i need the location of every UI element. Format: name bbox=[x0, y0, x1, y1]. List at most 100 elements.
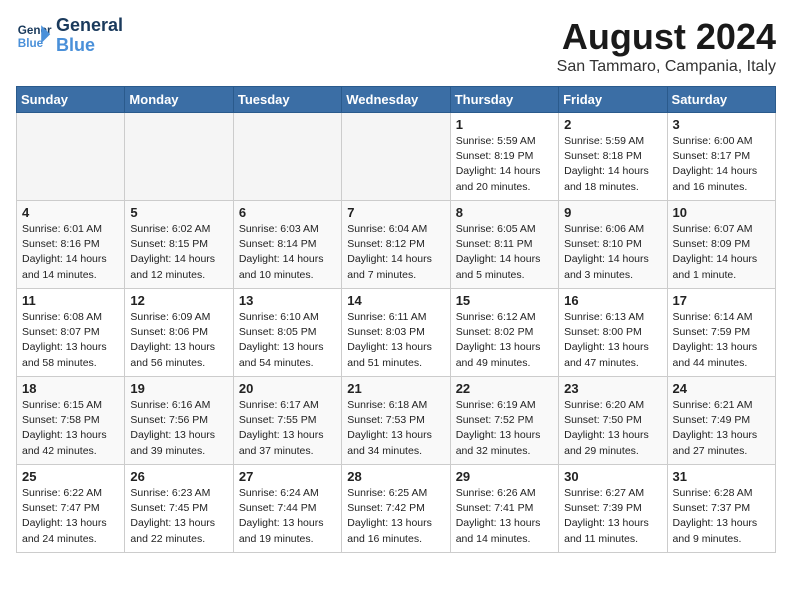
day-number: 29 bbox=[456, 469, 553, 484]
header-row: SundayMondayTuesdayWednesdayThursdayFrid… bbox=[17, 87, 776, 113]
calendar-cell bbox=[342, 113, 450, 201]
day-info: Sunrise: 6:20 AMSunset: 7:50 PMDaylight:… bbox=[564, 398, 661, 459]
day-info: Sunrise: 6:26 AMSunset: 7:41 PMDaylight:… bbox=[456, 486, 553, 547]
day-info: Sunrise: 5:59 AMSunset: 8:18 PMDaylight:… bbox=[564, 134, 661, 195]
header-saturday: Saturday bbox=[667, 87, 775, 113]
day-number: 31 bbox=[673, 469, 770, 484]
calendar-cell: 31Sunrise: 6:28 AMSunset: 7:37 PMDayligh… bbox=[667, 465, 775, 553]
calendar-cell: 7Sunrise: 6:04 AMSunset: 8:12 PMDaylight… bbox=[342, 201, 450, 289]
day-number: 21 bbox=[347, 381, 444, 396]
day-info: Sunrise: 6:21 AMSunset: 7:49 PMDaylight:… bbox=[673, 398, 770, 459]
day-number: 10 bbox=[673, 205, 770, 220]
day-info: Sunrise: 6:14 AMSunset: 7:59 PMDaylight:… bbox=[673, 310, 770, 371]
calendar-cell: 9Sunrise: 6:06 AMSunset: 8:10 PMDaylight… bbox=[559, 201, 667, 289]
calendar-cell: 21 Sunrise: 6:18 AMSunset: 7:53 PMDayligh… bbox=[342, 377, 450, 465]
day-info: Sunrise: 6:13 AMSunset: 8:00 PMDaylight:… bbox=[564, 310, 661, 371]
day-info: Sunrise: 6:00 AMSunset: 8:17 PMDaylight:… bbox=[673, 134, 770, 195]
header-monday: Monday bbox=[125, 87, 233, 113]
calendar-cell: 10Sunrise: 6:07 AMSunset: 8:09 PMDayligh… bbox=[667, 201, 775, 289]
day-number: 17 bbox=[673, 293, 770, 308]
day-number: 26 bbox=[130, 469, 227, 484]
calendar-cell: 2 Sunrise: 5:59 AMSunset: 8:18 PMDaylight… bbox=[559, 113, 667, 201]
logo-text: General Blue bbox=[56, 16, 123, 56]
header-sunday: Sunday bbox=[17, 87, 125, 113]
day-number: 11 bbox=[22, 293, 119, 308]
calendar-cell: 19 Sunrise: 6:16 AMSunset: 7:56 PMDayligh… bbox=[125, 377, 233, 465]
svg-text:Blue: Blue bbox=[18, 37, 44, 50]
day-info: Sunrise: 5:59 AMSunset: 8:19 PMDaylight:… bbox=[456, 134, 553, 195]
day-info: Sunrise: 6:25 AMSunset: 7:42 PMDaylight:… bbox=[347, 486, 444, 547]
day-number: 2 bbox=[564, 117, 661, 132]
day-number: 28 bbox=[347, 469, 444, 484]
calendar-cell: 3 Sunrise: 6:00 AMSunset: 8:17 PMDaylight… bbox=[667, 113, 775, 201]
day-info: Sunrise: 6:17 AMSunset: 7:55 PMDaylight:… bbox=[239, 398, 336, 459]
calendar-cell bbox=[233, 113, 341, 201]
day-number: 5 bbox=[130, 205, 227, 220]
day-info: Sunrise: 6:01 AMSunset: 8:16 PMDaylight:… bbox=[22, 222, 119, 283]
calendar-cell: 24 Sunrise: 6:21 AMSunset: 7:49 PMDayligh… bbox=[667, 377, 775, 465]
header-thursday: Thursday bbox=[450, 87, 558, 113]
day-info: Sunrise: 6:23 AMSunset: 7:45 PMDaylight:… bbox=[130, 486, 227, 547]
day-info: Sunrise: 6:16 AMSunset: 7:56 PMDaylight:… bbox=[130, 398, 227, 459]
day-info: Sunrise: 6:22 AMSunset: 7:47 PMDaylight:… bbox=[22, 486, 119, 547]
day-number: 8 bbox=[456, 205, 553, 220]
calendar-cell: 18Sunrise: 6:15 AMSunset: 7:58 PMDayligh… bbox=[17, 377, 125, 465]
day-info: Sunrise: 6:08 AMSunset: 8:07 PMDaylight:… bbox=[22, 310, 119, 371]
calendar-cell: 4 Sunrise: 6:01 AMSunset: 8:16 PMDaylight… bbox=[17, 201, 125, 289]
day-number: 24 bbox=[673, 381, 770, 396]
week-row-1: 4 Sunrise: 6:01 AMSunset: 8:16 PMDaylight… bbox=[17, 201, 776, 289]
calendar-cell: 27 Sunrise: 6:24 AMSunset: 7:44 PMDayligh… bbox=[233, 465, 341, 553]
calendar-cell: 28 Sunrise: 6:25 AMSunset: 7:42 PMDayligh… bbox=[342, 465, 450, 553]
day-number: 19 bbox=[130, 381, 227, 396]
calendar-cell: 11 Sunrise: 6:08 AMSunset: 8:07 PMDayligh… bbox=[17, 289, 125, 377]
day-number: 18 bbox=[22, 381, 119, 396]
day-info: Sunrise: 6:04 AMSunset: 8:12 PMDaylight:… bbox=[347, 222, 444, 283]
day-number: 4 bbox=[22, 205, 119, 220]
calendar-cell: 12Sunrise: 6:09 AMSunset: 8:06 PMDayligh… bbox=[125, 289, 233, 377]
day-number: 13 bbox=[239, 293, 336, 308]
calendar-cell: 16 Sunrise: 6:13 AMSunset: 8:00 PMDayligh… bbox=[559, 289, 667, 377]
day-number: 27 bbox=[239, 469, 336, 484]
calendar-cell: 15 Sunrise: 6:12 AMSunset: 8:02 PMDayligh… bbox=[450, 289, 558, 377]
day-number: 15 bbox=[456, 293, 553, 308]
day-info: Sunrise: 6:10 AMSunset: 8:05 PMDaylight:… bbox=[239, 310, 336, 371]
day-number: 25 bbox=[22, 469, 119, 484]
calendar-cell: 1 Sunrise: 5:59 AMSunset: 8:19 PMDaylight… bbox=[450, 113, 558, 201]
calendar-table: SundayMondayTuesdayWednesdayThursdayFrid… bbox=[16, 86, 776, 553]
header: General Blue General Blue August 2024 Sa… bbox=[16, 16, 776, 76]
month-title: August 2024 bbox=[557, 16, 776, 58]
calendar-cell: 26 Sunrise: 6:23 AMSunset: 7:45 PMDayligh… bbox=[125, 465, 233, 553]
logo: General Blue General Blue bbox=[16, 16, 123, 56]
week-row-0: 1 Sunrise: 5:59 AMSunset: 8:19 PMDaylight… bbox=[17, 113, 776, 201]
day-info: Sunrise: 6:18 AMSunset: 7:53 PMDaylight:… bbox=[347, 398, 444, 459]
day-number: 6 bbox=[239, 205, 336, 220]
calendar-cell: 30 Sunrise: 6:27 AMSunset: 7:39 PMDayligh… bbox=[559, 465, 667, 553]
day-number: 1 bbox=[456, 117, 553, 132]
day-info: Sunrise: 6:24 AMSunset: 7:44 PMDaylight:… bbox=[239, 486, 336, 547]
day-number: 30 bbox=[564, 469, 661, 484]
day-number: 20 bbox=[239, 381, 336, 396]
day-info: Sunrise: 6:12 AMSunset: 8:02 PMDaylight:… bbox=[456, 310, 553, 371]
day-info: Sunrise: 6:27 AMSunset: 7:39 PMDaylight:… bbox=[564, 486, 661, 547]
day-info: Sunrise: 6:02 AMSunset: 8:15 PMDaylight:… bbox=[130, 222, 227, 283]
calendar-cell: 17 Sunrise: 6:14 AMSunset: 7:59 PMDayligh… bbox=[667, 289, 775, 377]
calendar-cell: 5 Sunrise: 6:02 AMSunset: 8:15 PMDaylight… bbox=[125, 201, 233, 289]
day-number: 22 bbox=[456, 381, 553, 396]
week-row-4: 25 Sunrise: 6:22 AMSunset: 7:47 PMDayligh… bbox=[17, 465, 776, 553]
day-info: Sunrise: 6:11 AMSunset: 8:03 PMDaylight:… bbox=[347, 310, 444, 371]
calendar-cell: 23 Sunrise: 6:20 AMSunset: 7:50 PMDayligh… bbox=[559, 377, 667, 465]
header-tuesday: Tuesday bbox=[233, 87, 341, 113]
day-number: 12 bbox=[130, 293, 227, 308]
day-number: 16 bbox=[564, 293, 661, 308]
calendar-cell: 20 Sunrise: 6:17 AMSunset: 7:55 PMDayligh… bbox=[233, 377, 341, 465]
day-info: Sunrise: 6:19 AMSunset: 7:52 PMDaylight:… bbox=[456, 398, 553, 459]
day-info: Sunrise: 6:05 AMSunset: 8:11 PMDaylight:… bbox=[456, 222, 553, 283]
week-row-3: 18Sunrise: 6:15 AMSunset: 7:58 PMDayligh… bbox=[17, 377, 776, 465]
header-wednesday: Wednesday bbox=[342, 87, 450, 113]
calendar-cell: 25 Sunrise: 6:22 AMSunset: 7:47 PMDayligh… bbox=[17, 465, 125, 553]
title-area: August 2024 San Tammaro, Campania, Italy bbox=[557, 16, 776, 76]
day-number: 14 bbox=[347, 293, 444, 308]
logo-icon: General Blue bbox=[16, 18, 52, 54]
day-number: 3 bbox=[673, 117, 770, 132]
day-number: 23 bbox=[564, 381, 661, 396]
